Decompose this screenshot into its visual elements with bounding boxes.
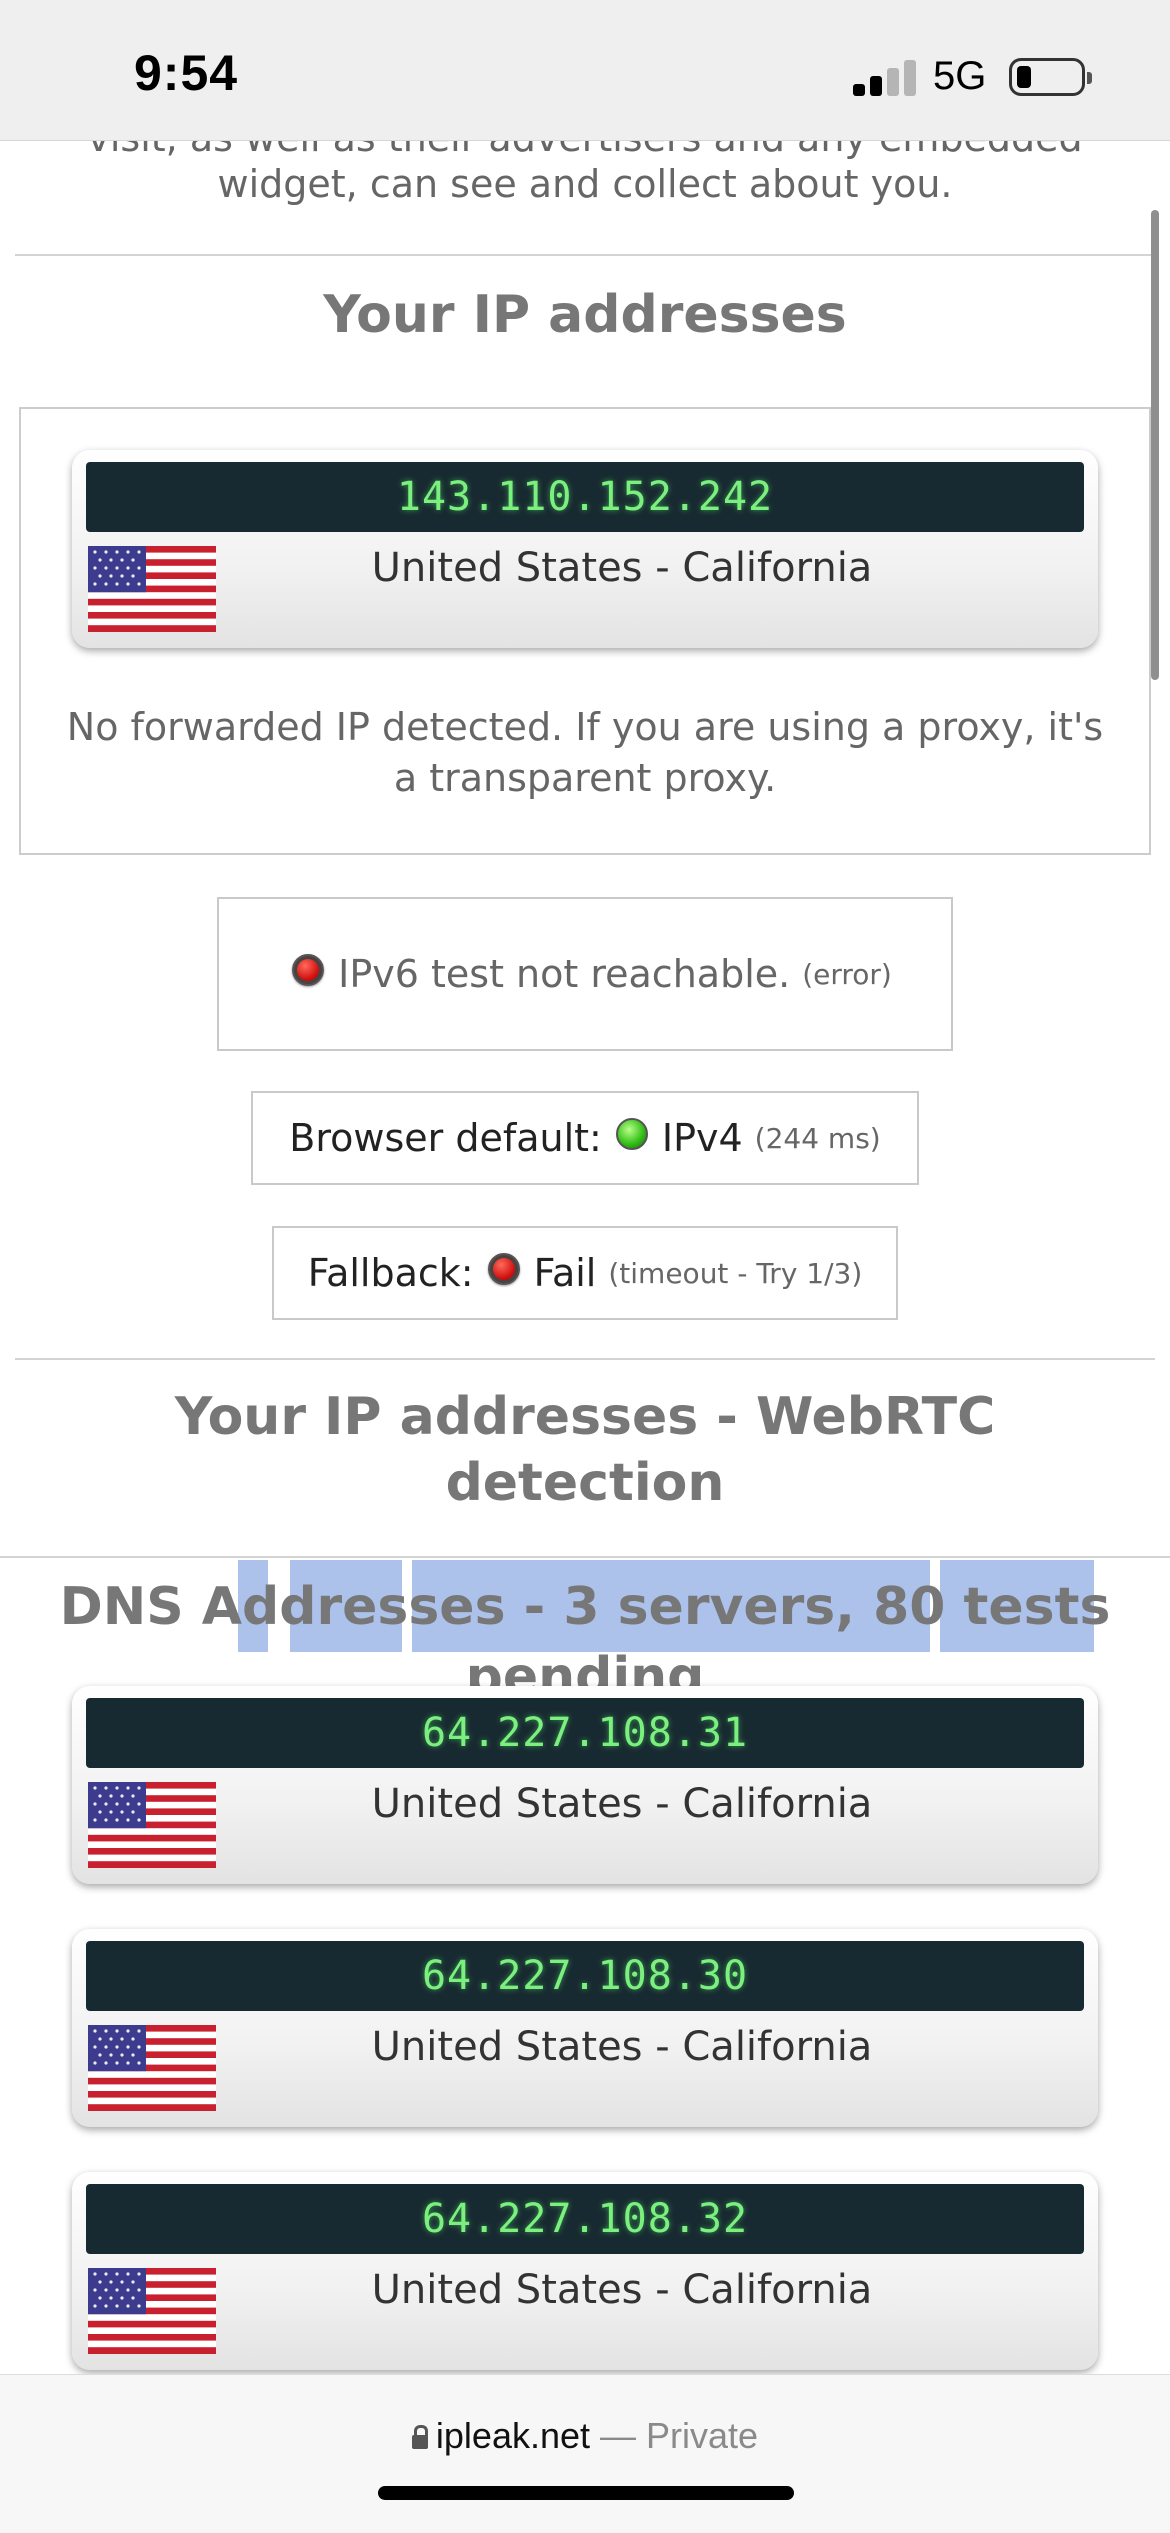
us-flag-icon	[88, 2025, 216, 2111]
dns-server-card: 64.227.108.30 United States - California	[72, 1929, 1098, 2127]
divider	[15, 254, 1155, 256]
status-bar: 9:54 5G	[0, 0, 1170, 141]
ip-address[interactable]: 143.110.152.242	[86, 462, 1084, 532]
battery-icon	[1009, 58, 1092, 96]
browser-default-status-icon	[615, 1118, 648, 1150]
page-scrollbar[interactable]	[1151, 210, 1159, 680]
dns-server-card: 64.227.108.31 United States - California	[72, 1686, 1098, 1884]
status-time: 9:54	[134, 45, 239, 101]
url-domain: ipleak.net	[435, 2415, 591, 2456]
lock-icon	[411, 2425, 428, 2449]
home-indicator[interactable]	[378, 2486, 794, 2500]
fallback-note: (timeout - Try 1/3)	[608, 1256, 863, 1290]
us-flag-icon	[88, 546, 216, 632]
url-display[interactable]: ipleak.net — Private	[0, 2415, 1170, 2457]
forwarded-ip-note: No forwarded IP detected. If you are usi…	[66, 705, 1104, 800]
fallback-value: Fail	[533, 1251, 597, 1295]
dns-ip-address[interactable]: 64.227.108.32	[86, 2184, 1084, 2254]
ipv6-test-box: IPv6 test not reachable. (error)	[217, 897, 953, 1051]
dns-location: United States - California	[371, 2024, 873, 2070]
fallback-label: Fallback:	[307, 1251, 474, 1295]
dns-server-card: 64.227.108.32 United States - California	[72, 2172, 1098, 2370]
browser-default-box: Browser default: IPv4 (244 ms)	[251, 1091, 919, 1185]
ip-location: United States - California	[371, 545, 873, 591]
ipv6-test-note: (error)	[802, 957, 892, 991]
ip-section-title: Your IP addresses	[323, 285, 847, 345]
cellular-signal-icon	[853, 58, 917, 96]
ip-card: 143.110.152.242 United States - Californ…	[72, 450, 1098, 648]
fallback-box: Fallback: Fail (timeout - Try 1/3)	[272, 1226, 898, 1320]
webrtc-section-title: Your IP addresses - WebRTC detection	[174, 1387, 996, 1513]
network-type: 5G	[933, 54, 987, 98]
dns-location: United States - California	[371, 1781, 873, 1827]
fallback-status-icon	[487, 1253, 520, 1285]
dns-location: United States - California	[371, 2267, 873, 2313]
us-flag-icon	[88, 1782, 216, 1868]
browser-address-bar[interactable]: ipleak.net — Private	[0, 2374, 1170, 2533]
dns-ip-address[interactable]: 64.227.108.31	[86, 1698, 1084, 1768]
intro-last-line: widget, can see and collect about you.	[217, 162, 953, 206]
divider	[0, 1556, 1170, 1558]
browser-default-value: IPv4	[661, 1116, 743, 1160]
ipv6-test-text: IPv6 test not reachable.	[338, 952, 791, 996]
browser-default-label: Browser default:	[289, 1116, 602, 1160]
dns-ip-address[interactable]: 64.227.108.30	[86, 1941, 1084, 2011]
browser-default-note: (244 ms)	[754, 1121, 881, 1155]
private-label: — Private	[600, 2415, 759, 2456]
us-flag-icon	[88, 2268, 216, 2354]
ipv6-status-icon	[292, 954, 325, 986]
divider	[15, 1358, 1155, 1360]
